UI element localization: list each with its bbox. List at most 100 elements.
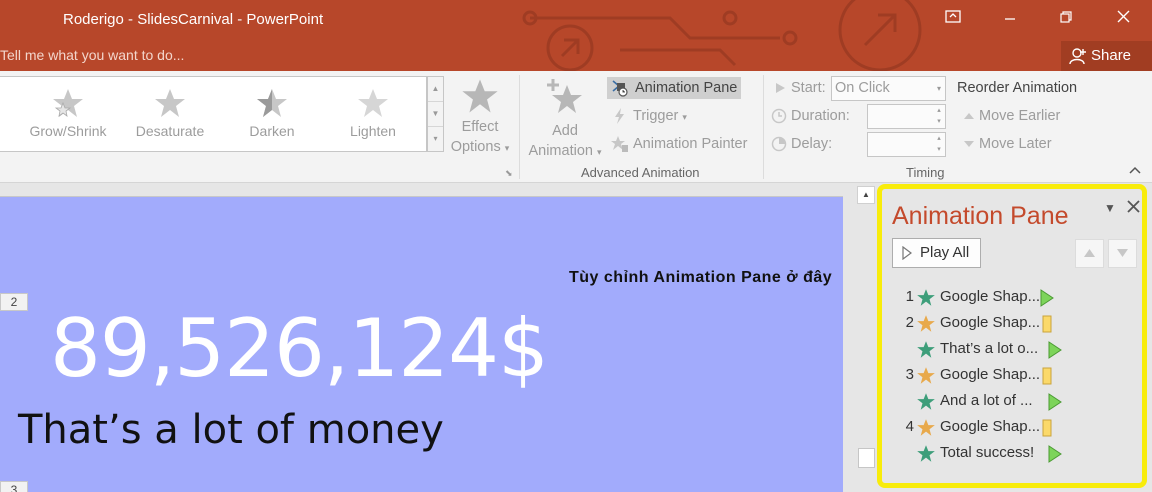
delay-input[interactable]: ▴ ▾ xyxy=(867,132,946,157)
animation-order-number: 1 xyxy=(905,288,914,305)
animation-list-item[interactable]: 2 Google Shap... xyxy=(902,312,1132,334)
desaturate-star-icon xyxy=(155,89,185,117)
dialog-launcher-icon[interactable]: ⬊ xyxy=(505,168,513,179)
gallery-item-grow-shrink[interactable]: Grow/Shrink xyxy=(18,77,118,151)
animation-item-label: And a lot of ... xyxy=(940,392,1033,410)
window-title: Roderigo - SlidesCarnival - PowerPoint xyxy=(63,11,324,28)
gallery-scrollbar[interactable]: ▲ ▼ ▾ xyxy=(427,76,444,152)
slide-subtitle[interactable]: That’s a lot of money xyxy=(18,407,444,453)
animation-order-number: 2 xyxy=(905,314,914,331)
delay-label: Delay: xyxy=(791,136,833,152)
move-earlier-label: Move Earlier xyxy=(979,108,1061,124)
play-all-label: Play All xyxy=(920,244,970,261)
start-row: Start: xyxy=(773,77,826,99)
slide-canvas[interactable]: 89,526,124$ That’s a lot of money xyxy=(0,196,843,492)
move-up-button[interactable] xyxy=(1075,239,1104,268)
lighten-star-icon xyxy=(358,89,388,117)
spinner-icon[interactable]: ▴ ▾ xyxy=(933,105,945,128)
animation-list-item[interactable]: Total success! xyxy=(902,442,1132,464)
tell-me-search[interactable]: Tell me what you want to do... xyxy=(0,47,184,63)
animation-list-item[interactable]: That’s a lot o... xyxy=(902,338,1132,360)
vertical-scrollbar[interactable]: ▲ xyxy=(857,186,875,492)
animation-list-item[interactable]: 4 Google Shap... xyxy=(902,416,1132,438)
close-pane-icon[interactable] xyxy=(1127,196,1140,219)
move-down-button[interactable] xyxy=(1108,239,1137,268)
move-earlier-button[interactable]: Move Earlier xyxy=(963,105,1060,127)
triangle-up-icon xyxy=(964,113,974,120)
start-label: Start: xyxy=(791,80,826,96)
add-animation-button[interactable]: Add Animation ▾ xyxy=(522,77,608,162)
animation-order-number: 4 xyxy=(905,418,914,435)
clock-icon xyxy=(771,108,787,124)
triangle-down-icon xyxy=(1117,249,1128,257)
animation-gallery: Grow/Shrink Desaturate Darken Lighten xyxy=(0,76,427,152)
timing-play-icon xyxy=(1048,393,1062,411)
animation-painter-label: Animation Painter xyxy=(633,136,748,152)
animation-painter-button[interactable]: Animation Painter xyxy=(611,133,747,155)
advanced-animation-group-label: Advanced Animation xyxy=(581,165,700,180)
move-later-label: Move Later xyxy=(979,136,1052,152)
scroll-thumb[interactable] xyxy=(858,448,875,468)
slide-editing-area: 89,526,124$ That’s a lot of money 2 3 ▲ xyxy=(0,184,877,492)
play-all-button[interactable]: Play All xyxy=(892,238,981,268)
animation-list-item[interactable]: And a lot of ... xyxy=(902,390,1132,412)
restore-icon[interactable] xyxy=(1043,8,1089,32)
gallery-item-label: Grow/Shrink xyxy=(29,123,107,139)
add-animation-icon xyxy=(547,79,582,113)
animation-order-number: 3 xyxy=(905,366,914,383)
close-window-icon[interactable] xyxy=(1100,8,1146,32)
timing-play-icon xyxy=(1040,289,1054,307)
effect-options-button[interactable]: Effect Options ▾ xyxy=(446,77,514,158)
group-separator xyxy=(519,75,520,179)
gallery-item-desaturate[interactable]: Desaturate xyxy=(120,77,220,151)
animation-item-label: Google Shap... xyxy=(940,288,1041,306)
emphasis-star-icon xyxy=(917,418,935,436)
animation-painter-icon xyxy=(611,136,628,153)
gallery-item-label: Darken xyxy=(249,123,295,139)
start-value: On Click xyxy=(835,80,890,96)
collapse-ribbon-icon[interactable] xyxy=(1129,163,1141,177)
spinner-icon[interactable]: ▴ ▾ xyxy=(933,133,945,156)
trigger-button[interactable]: Trigger ▾ xyxy=(611,105,687,127)
ribbon: Grow/Shrink Desaturate Darken Lighten ▲ … xyxy=(0,71,1152,183)
darken-star-icon xyxy=(257,89,287,117)
gallery-scroll-down-icon[interactable]: ▼ xyxy=(428,102,443,127)
play-icon xyxy=(902,245,912,261)
effect-options-label-2: Options ▾ xyxy=(450,139,510,155)
emphasis-star-icon xyxy=(917,314,935,332)
slide-number-tag: 3 xyxy=(0,481,28,492)
minimize-icon[interactable] xyxy=(987,8,1033,32)
pane-options-icon[interactable]: ▼ xyxy=(1104,201,1116,215)
timing-bar-icon xyxy=(1042,419,1052,437)
timing-bar-icon xyxy=(1042,315,1052,333)
animation-pane-button[interactable]: Animation Pane xyxy=(607,77,742,99)
share-button[interactable]: Share xyxy=(1061,41,1152,71)
move-later-button[interactable]: Move Later xyxy=(963,133,1052,155)
start-dropdown[interactable]: On Click ▾ xyxy=(831,76,946,101)
trigger-label: Trigger xyxy=(633,108,679,124)
animation-item-label: Google Shap... xyxy=(940,418,1041,436)
scroll-up-icon[interactable]: ▲ xyxy=(857,186,875,204)
gallery-more-icon[interactable]: ▾ xyxy=(428,127,443,152)
dropdown-arrow-icon: ▾ xyxy=(936,84,941,93)
emphasis-star-icon xyxy=(917,366,935,384)
timing-bar-icon xyxy=(1042,367,1052,385)
slide-big-number[interactable]: 89,526,124$ xyxy=(50,302,549,395)
animation-list-item[interactable]: 1 Google Shap... xyxy=(902,286,1132,308)
animation-item-label: That’s a lot o... xyxy=(940,340,1039,358)
timing-group-label: Timing xyxy=(906,165,945,180)
entrance-star-icon xyxy=(917,444,935,462)
animation-item-label: Google Shap... xyxy=(940,314,1041,332)
add-animation-label-1: Add xyxy=(552,123,578,139)
duration-input[interactable]: ▴ ▾ xyxy=(867,104,946,129)
gallery-item-lighten[interactable]: Lighten xyxy=(323,77,423,151)
duration-label: Duration: xyxy=(791,108,850,124)
ribbon-display-options-icon[interactable] xyxy=(930,8,976,32)
animation-list-item[interactable]: 3 Google Shap... xyxy=(902,364,1132,386)
animation-item-label: Total success! xyxy=(940,444,1035,462)
animation-pane-label: Animation Pane xyxy=(635,80,738,96)
gallery-scroll-up-icon[interactable]: ▲ xyxy=(428,77,443,102)
triangle-down-icon xyxy=(964,141,974,148)
gallery-item-darken[interactable]: Darken xyxy=(222,77,322,151)
start-play-icon xyxy=(776,83,785,94)
